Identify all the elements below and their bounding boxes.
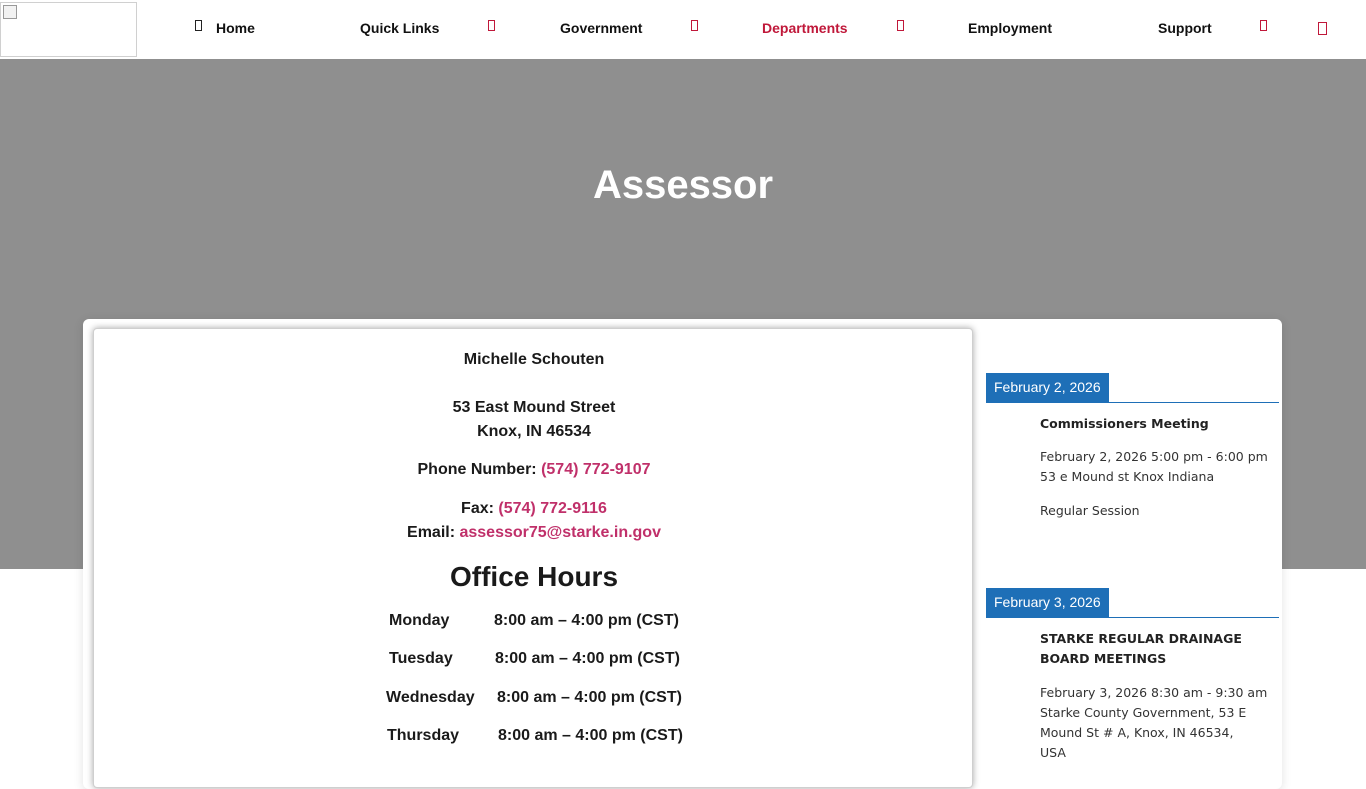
hours-day-tuesday: Tuesday [389, 650, 453, 667]
address-line-1: 53 East Mound Street [452, 399, 616, 416]
site-logo[interactable] [0, 2, 137, 57]
fax-row: Fax: (574) 772-9116 [94, 500, 974, 518]
event-title-link[interactable]: Commissioners Meeting [1040, 414, 1265, 434]
assessor-name: Michelle Schouten [463, 351, 605, 368]
broken-image-icon [3, 5, 17, 19]
hours-time-thursday: 8:00 am – 4:00 pm (CST) [498, 727, 683, 744]
email-row: Email: assessor75@starke.in.gov [94, 524, 974, 542]
hours-day-monday: Monday [389, 612, 450, 629]
hours-time-wednesday: 8:00 am – 4:00 pm (CST) [497, 689, 682, 706]
event-location: Starke County Government, 53 E Mound St … [1040, 705, 1247, 760]
office-hours-heading: Office Hours [449, 561, 619, 592]
hours-day-wednesday: Wednesday [386, 689, 475, 706]
event-date-tab: February 2, 2026 [986, 373, 1109, 402]
event-location: 53 e Mound st Knox Indiana [1040, 469, 1215, 484]
phone-link[interactable]: (574) 772-9107 [541, 461, 650, 478]
event-description: Regular Session [1040, 503, 1140, 518]
home-icon [195, 20, 202, 31]
hours-time-monday: 8:00 am – 4:00 pm (CST) [494, 612, 679, 629]
nav-employment[interactable]: Employment [968, 20, 1052, 36]
event-datetime: February 2, 2026 5:00 pm - 6:00 pm [1040, 449, 1268, 464]
support-chevron-icon[interactable] [1260, 20, 1267, 31]
fax-link[interactable]: (574) 772-9116 [498, 500, 607, 517]
nav-support[interactable]: Support [1158, 20, 1212, 36]
quick-links-chevron-icon[interactable] [488, 20, 495, 31]
top-navigation: Home Quick Links Government Departments … [0, 0, 1366, 59]
nav-home[interactable]: Home [216, 20, 255, 36]
email-link[interactable]: assessor75@starke.in.gov [459, 524, 661, 541]
government-chevron-icon[interactable] [691, 20, 698, 31]
address-line-2: Knox, IN 46534 [477, 423, 591, 440]
nav-government[interactable]: Government [560, 20, 642, 36]
event-date-tab: February 3, 2026 [986, 588, 1109, 617]
event-datetime: February 3, 2026 8:30 am - 9:30 am [1040, 685, 1268, 700]
search-icon[interactable] [1318, 22, 1327, 35]
page-title: Assessor [592, 163, 774, 207]
hours-day-thursday: Thursday [387, 727, 460, 744]
email-label: Email: [407, 524, 456, 541]
event-divider [986, 402, 1279, 403]
event-divider [986, 617, 1279, 618]
phone-row: Phone Number: (574) 772-9107 [94, 461, 974, 479]
hours-time-tuesday: 8:00 am – 4:00 pm (CST) [495, 650, 680, 667]
event-title-link[interactable]: STARKE REGULAR DRAINAGE BOARD MEETINGS [1040, 629, 1265, 669]
contact-info-panel: Michelle Schouten 53 East Mound Street K… [93, 328, 973, 788]
phone-label: Phone Number: [417, 461, 537, 478]
fax-label: Fax: [461, 500, 494, 517]
nav-quick-links[interactable]: Quick Links [360, 20, 439, 36]
nav-departments[interactable]: Departments [762, 20, 848, 36]
departments-chevron-icon[interactable] [897, 20, 904, 31]
